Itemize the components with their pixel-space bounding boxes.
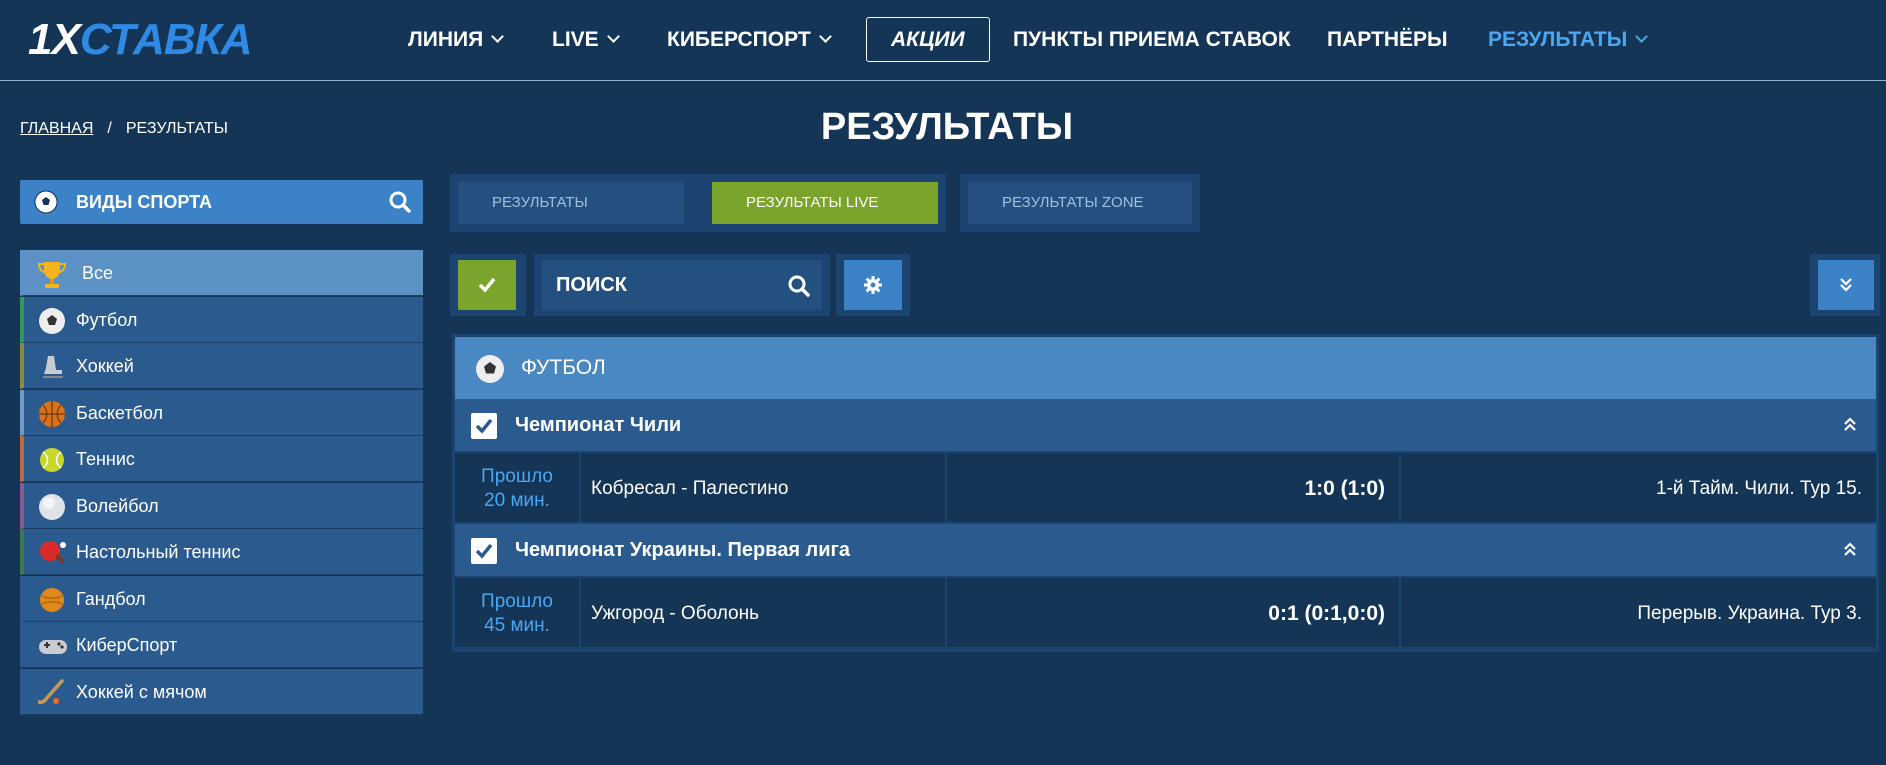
match-status-line2: 45 мин. (484, 615, 550, 636)
soccer-ball-icon (38, 307, 66, 335)
match-score: 0:1 (0:1,0:0) (945, 578, 1401, 647)
sidebar-item-label: КиберСпорт (76, 635, 178, 655)
sidebar-item-tennis[interactable]: Теннис (20, 436, 423, 482)
nav-esports[interactable]: КИБЕРСПОРТ (667, 0, 832, 80)
tab-results-live[interactable]: РЕЗУЛЬТАТЫ LIVE (712, 182, 938, 224)
sidebar-item-label: Теннис (76, 449, 135, 469)
chevron-down-icon (1635, 30, 1649, 43)
settings-group (836, 254, 910, 316)
nav-line[interactable]: ЛИНИЯ (408, 0, 505, 80)
page-title: РЕЗУЛЬТАТЫ (820, 106, 1074, 148)
nav-line-label: ЛИНИЯ (408, 28, 484, 51)
sidebar-item-football[interactable]: Футбол (20, 296, 423, 343)
sports-list: Все Футбол Хоккей Баскетбол Теннис Волей… (20, 250, 423, 715)
championship-checkbox[interactable] (471, 413, 497, 439)
nav-esports-label: КИБЕРСПОРТ (667, 28, 811, 51)
chevron-down-icon (818, 30, 832, 43)
sidebar-item-label: Хоккей с мячом (76, 681, 207, 702)
match-teams: Кобресал - Палестино (591, 478, 789, 499)
tennis-ball-icon (38, 446, 66, 474)
basketball-icon (38, 400, 66, 428)
search-icon (788, 275, 810, 297)
sidebar-item-label: Футбол (76, 309, 138, 330)
gamepad-icon (38, 632, 67, 660)
double-chevron-down-icon (1840, 278, 1852, 292)
tabs-left-group: РЕЗУЛЬТАТЫ РЕЗУЛЬТАТЫ LIVE (450, 174, 946, 232)
search-group: ПОИСК (534, 254, 830, 316)
sidebar-item-label: Баскетбол (76, 402, 163, 423)
expand-all-button[interactable] (1818, 260, 1874, 310)
sidebar-item-handball[interactable]: Гандбол (20, 575, 423, 622)
match-info: 1-й Тайм. Чили. Тур 15. (1656, 478, 1862, 499)
match-row[interactable]: Прошло 20 мин. Кобресал - Палестино 1:0 … (455, 451, 1876, 524)
sidebar-item-label: Волейбол (76, 495, 159, 516)
sidebar-item-basketball[interactable]: Баскетбол (20, 389, 423, 436)
championship-checkbox[interactable] (471, 538, 497, 564)
match-info: Перерыв. Украина. Тур 3. (1637, 603, 1862, 624)
nav-live-label: LIVE (552, 28, 599, 51)
match-status-line1: Прошло (481, 466, 553, 487)
sidebar-item-label: Все (82, 263, 114, 283)
table-tennis-icon (38, 539, 66, 567)
select-all-button[interactable] (458, 260, 516, 310)
results-panel: ФУТБОЛ Чемпионат Чили Прошло 20 мин. Коб… (452, 334, 1879, 652)
nav-live[interactable]: LIVE (552, 0, 620, 80)
championship-header[interactable]: Чемпионат Чили (455, 399, 1876, 451)
checkmark-icon (478, 277, 496, 293)
checkmark-icon (475, 543, 493, 559)
match-status: Прошло 20 мин. (455, 453, 581, 522)
main-nav: ЛИНИЯ LIVE КИБЕРСПОРТ АКЦИИ ПУНКТЫ ПРИЕМ… (0, 0, 1886, 80)
gear-icon (864, 276, 882, 294)
tabs-right-group: РЕЗУЛЬТАТЫ ZONE (960, 174, 1200, 232)
sidebar-item-label: Гандбол (76, 588, 146, 609)
trophy-icon (37, 260, 67, 288)
chevron-down-icon (606, 30, 620, 43)
bandy-stick-icon (37, 678, 66, 707)
championship-name: Чемпионат Чили (515, 414, 682, 436)
sidebar-item-esports[interactable]: КиберСпорт (20, 622, 423, 668)
expand-group (1810, 254, 1880, 316)
checkmark-icon (475, 418, 493, 434)
search-input[interactable]: ПОИСК (542, 260, 822, 310)
sidebar-item-label: Настольный теннис (76, 542, 241, 562)
search-input-label: ПОИСК (556, 274, 627, 296)
skate-icon (38, 353, 66, 381)
sidebar-item-table-tennis[interactable]: Настольный теннис (20, 529, 423, 575)
sidebar-item-hockey[interactable]: Хоккей (20, 343, 423, 389)
soccer-ball-icon (34, 190, 58, 219)
sports-panel-header[interactable]: ВИДЫ СПОРТА (20, 180, 423, 224)
nav-results-label: РЕЗУЛЬТАТЫ (1488, 28, 1628, 51)
championship-header[interactable]: Чемпионат Украины. Первая лига (455, 524, 1876, 576)
sidebar-item-label: Хоккей (76, 356, 134, 376)
settings-button[interactable] (844, 260, 902, 310)
tab-results-zone[interactable]: РЕЗУЛЬТАТЫ ZONE (968, 182, 1192, 224)
nav-promo-button[interactable]: АКЦИИ (866, 17, 990, 62)
handball-icon (38, 586, 66, 614)
nav-betting-points[interactable]: ПУНКТЫ ПРИЕМА СТАВОК (1013, 0, 1291, 80)
match-status: Прошло 45 мин. (455, 578, 581, 647)
soccer-ball-icon (475, 354, 505, 389)
sport-section-title: ФУТБОЛ (521, 356, 606, 379)
sports-panel-title: ВИДЫ СПОРТА (76, 192, 212, 212)
double-chevron-up-icon[interactable] (1842, 415, 1858, 438)
match-teams: Ужгород - Оболонь (591, 603, 759, 624)
sidebar-item-bandy[interactable]: Хоккей с мячом (20, 668, 423, 715)
match-status-line1: Прошло (481, 591, 553, 612)
top-navigation-bar: 1XСТАВКА ЛИНИЯ LIVE КИБЕРСПОРТ АКЦИИ ПУН… (0, 0, 1886, 81)
chevron-down-icon (491, 30, 505, 43)
match-score: 1:0 (1:0) (945, 453, 1401, 522)
volleyball-icon (38, 493, 66, 521)
select-all-group (450, 254, 526, 316)
sidebar-item-volleyball[interactable]: Волейбол (20, 482, 423, 529)
championship-name: Чемпионат Украины. Первая лига (515, 539, 850, 561)
match-status-line2: 20 мин. (484, 490, 550, 511)
nav-results[interactable]: РЕЗУЛЬТАТЫ (1488, 0, 1649, 80)
nav-partners[interactable]: ПАРТНЁРЫ (1327, 0, 1448, 80)
search-icon[interactable] (389, 191, 411, 218)
match-row[interactable]: Прошло 45 мин. Ужгород - Оболонь 0:1 (0:… (455, 576, 1876, 649)
sidebar-item-all[interactable]: Все (20, 250, 423, 296)
sport-section-football: ФУТБОЛ (455, 337, 1876, 399)
double-chevron-up-icon[interactable] (1842, 540, 1858, 563)
tab-results[interactable]: РЕЗУЛЬТАТЫ (458, 182, 684, 224)
